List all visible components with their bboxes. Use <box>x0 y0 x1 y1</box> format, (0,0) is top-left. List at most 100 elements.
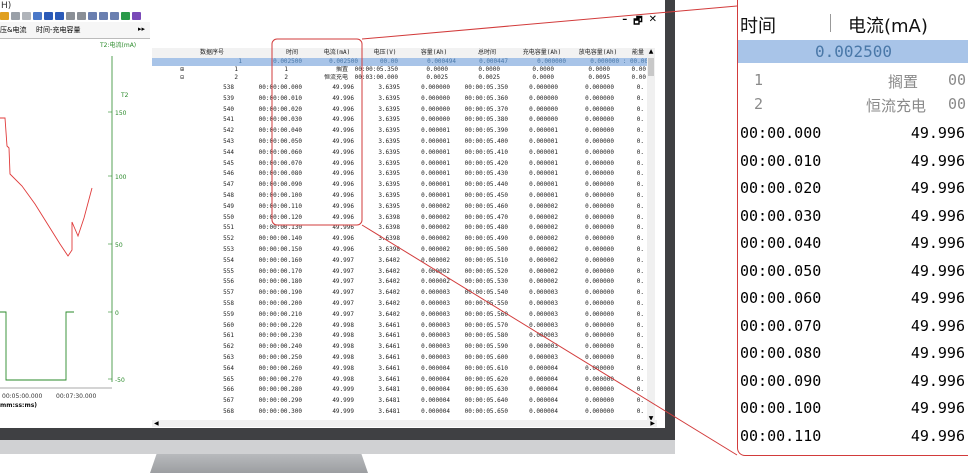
table-cell-total: 00:00:05.390 <box>464 127 508 135</box>
table-cell-voltage: 3.6402 <box>378 300 400 307</box>
filter-icon[interactable] <box>0 12 9 20</box>
horizontal-scrollbar[interactable]: ◀ ▶ <box>152 420 657 427</box>
table-cell-energy: 0. <box>636 94 644 102</box>
step-expander[interactable]: ⊞ <box>176 66 184 74</box>
table-cell-dis: 0.000000 <box>585 364 614 372</box>
table-icon[interactable] <box>99 12 108 20</box>
zoom-row: 00:00.080 49.996 <box>738 340 968 366</box>
table-cell-voltage: 3.6481 <box>378 397 400 405</box>
table-cell-total: 00:00:05.370 <box>464 105 508 113</box>
col-header-total-time[interactable]: 总时间 <box>460 48 515 58</box>
table-cell-cap: 0.000004 <box>421 375 450 383</box>
zoom-row-current: 49.996 <box>910 261 965 280</box>
col-header-charge-cap[interactable]: 充电容量(Ah) <box>514 48 571 58</box>
table-cell-cap: 0.000003 <box>421 354 450 361</box>
table-cell-seq: 540 <box>223 105 234 113</box>
close-button[interactable]: ✕ <box>649 14 657 31</box>
table-cell-voltage: 3.6461 <box>378 354 400 361</box>
table-cell-total: 00:00:05.400 <box>464 138 508 145</box>
col-header-seq[interactable]: 数据序号 <box>152 48 273 58</box>
table-cell-energy: 0. <box>636 159 644 167</box>
table-cell-cap: 0.000001 <box>421 127 450 135</box>
zoom-row: 00:00.020 49.996 <box>738 175 968 201</box>
table-cell-dis: 0.000000 <box>585 267 614 275</box>
y-tick-150: 150 <box>115 110 127 117</box>
table-cell-voltage: 3.6402 <box>378 267 400 275</box>
table-cell-cap: 0.000003 <box>421 343 450 351</box>
table-cell-voltage: 3.6395 <box>378 105 400 113</box>
table-cell-current: 49.996 <box>332 235 354 243</box>
table-cell-seq: 565 <box>223 375 234 383</box>
excel-icon[interactable] <box>121 12 130 20</box>
table-cell-cap: 0.000004 <box>421 408 450 415</box>
table-cell-energy: 0. <box>636 148 644 156</box>
table-cell-cap: 0.000001 <box>421 138 450 145</box>
zoom-row-current: 49.996 <box>910 316 965 335</box>
step-mode: 恒流充电 <box>323 74 348 81</box>
step-expander[interactable]: ⊟ <box>176 74 184 82</box>
table-cell-seq: 548 <box>223 192 234 199</box>
restore-button[interactable]: 🗗 <box>633 14 642 31</box>
table-cell-total: 00:00:05.560 <box>464 310 508 318</box>
tab-voltage-current[interactable]: 压&电流 <box>0 25 26 35</box>
table-cell-current: 49.997 <box>332 310 354 318</box>
table-cell-energy: 0. <box>636 213 644 221</box>
zoom-step-mode: 恒流充电 <box>866 97 927 115</box>
table-cell-total: 00:00:05.500 <box>464 246 508 253</box>
y-tick-100: 100 <box>115 174 127 181</box>
vertical-scrollbar[interactable]: ▲ ▼ <box>647 48 655 422</box>
table-cell-total: 00:00:05.610 <box>464 364 508 372</box>
table-cell-energy: 0. <box>636 170 644 178</box>
zoom-panel: 时间 电流(mA) 0.002500 1 搁置 00 2 恒流充电 00 00:… <box>737 0 968 456</box>
col-header-capacity[interactable]: 容量(Ah) <box>408 48 461 58</box>
table-cell-time: 00:00:00.080 <box>258 170 302 178</box>
table-cell-cap: 0.000002 <box>421 202 450 210</box>
prev-icon[interactable] <box>44 12 53 20</box>
table-cell-dis: 0.000000 <box>585 170 614 178</box>
scroll-right-icon[interactable]: ▶ <box>650 420 655 427</box>
table-cell-dis: 0.000000 <box>585 332 614 340</box>
next-icon[interactable] <box>55 12 64 20</box>
pointer-icon[interactable] <box>33 12 42 20</box>
table-cell-time: 00:00:00.280 <box>258 386 302 394</box>
scroll-left-icon[interactable]: ◀ <box>154 420 159 427</box>
col-header-current[interactable]: 电流(mA) <box>312 48 363 58</box>
symbol-icon[interactable] <box>132 12 141 20</box>
zoom-selected-row[interactable]: 0.002500 <box>738 40 968 63</box>
tab-time-capacity[interactable]: 时间-充电容量 <box>36 25 81 35</box>
table-cell-voltage: 3.6395 <box>378 138 400 145</box>
table-cell-time: 00:00:00.030 <box>258 116 302 124</box>
col-header-discharge-cap[interactable]: 放电容量(Ah) <box>570 48 627 58</box>
table-cell-current: 49.997 <box>332 267 354 275</box>
open-icon[interactable] <box>11 12 20 20</box>
zoom-out-icon[interactable] <box>77 12 86 20</box>
list-icon[interactable] <box>110 12 119 20</box>
table-cell-seq: 564 <box>223 364 234 372</box>
table-cell-voltage: 3.6395 <box>378 181 400 189</box>
table-cell-chg: 0.000003 <box>529 343 558 351</box>
table-cell-total: 00:00:05.530 <box>464 278 508 286</box>
table-cell-chg: 0.000000 <box>529 94 558 102</box>
y-ticks: 150 100 50 0 -50 <box>108 110 127 384</box>
table-cell-total: 00:00:05.430 <box>464 170 508 178</box>
table-cell-voltage: 3.6461 <box>378 321 400 329</box>
minimize-button[interactable]: – <box>622 14 627 31</box>
table-cell-chg: 0.000001 <box>529 159 558 167</box>
y-tick-neg50: -50 <box>115 377 125 384</box>
zoom-row-time: 00:00.020 <box>740 179 822 197</box>
table-cell-energy: 0. <box>636 105 644 113</box>
col-header-voltage[interactable]: 电压(V) <box>362 48 409 58</box>
zoom-row-current: 49.996 <box>910 234 965 252</box>
table-cell-chg: 0.000001 <box>529 170 558 178</box>
copy-icon[interactable] <box>22 12 31 20</box>
table-cell-chg: 0.000003 <box>529 321 558 329</box>
col-header-time[interactable]: 时间 <box>272 48 313 58</box>
scroll-thumb[interactable] <box>648 58 654 76</box>
tabs-more-button[interactable]: ▸▸ <box>138 25 145 33</box>
scroll-up-icon[interactable]: ▲ <box>647 48 655 55</box>
step-value: 0.0025 <box>426 74 448 81</box>
table-cell-dis: 0.000000 <box>585 224 614 232</box>
grid-icon[interactable] <box>88 12 97 20</box>
table-cell-time: 00:00:00.180 <box>258 278 302 286</box>
zoom-in-icon[interactable] <box>66 12 75 20</box>
